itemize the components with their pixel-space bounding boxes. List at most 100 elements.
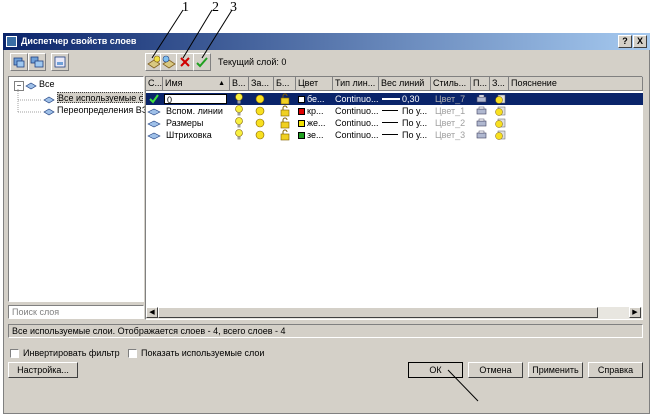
bulb-on-icon[interactable] [234, 117, 246, 129]
apply-button[interactable]: Применить [528, 362, 583, 378]
bulb-on-icon[interactable] [234, 105, 246, 117]
layer-name: 0 [167, 95, 173, 104]
lineweight-sample [382, 134, 398, 135]
sun-icon[interactable] [255, 129, 267, 141]
layer-name[interactable]: Вспом. линии [166, 105, 229, 117]
show-used-layers-checkbox[interactable] [128, 349, 137, 358]
bulb-on-icon[interactable] [234, 93, 246, 105]
layer-lineweight[interactable]: По у... [382, 105, 430, 117]
lineweight-value: По у... [402, 118, 428, 128]
sun-icon[interactable] [255, 117, 267, 129]
new-layer-frozen-icon [162, 55, 176, 69]
invert-filter-checkbox[interactable] [10, 349, 19, 358]
settings-button[interactable]: Настройка... [8, 362, 78, 378]
layer-list: С... Имя ▲ В... За... Б... Цвет Тип лин.… [145, 76, 643, 320]
layer-color[interactable]: бе... [298, 93, 333, 105]
set-current-button[interactable] [193, 53, 211, 71]
current-layer-check-icon [148, 93, 162, 105]
layer-row[interactable]: Вспом. линии кр... Continuo... По у... Ц… [146, 105, 643, 117]
sun-icon[interactable] [255, 93, 267, 105]
layer-lineweight[interactable]: По у... [382, 129, 430, 141]
plotter-icon[interactable] [476, 129, 488, 141]
sort-arrow-icon: ▲ [218, 80, 225, 87]
layer-row[interactable]: 0 бе... Continuo... 0,30 Цвет_7 [146, 93, 643, 105]
color-swatch [298, 120, 305, 127]
delete-layer-button[interactable] [176, 53, 194, 71]
filter-tree: − Все Все используемые сл Переопределени… [8, 76, 148, 302]
vp-freeze-icon[interactable] [494, 117, 506, 129]
layer-lineweight[interactable]: По у... [382, 117, 430, 129]
help-title-button[interactable]: ? [618, 35, 632, 48]
col-color[interactable]: Цвет [296, 77, 333, 91]
layer-states-button[interactable] [51, 53, 69, 71]
scroll-thumb[interactable] [158, 307, 598, 318]
vp-freeze-icon[interactable] [494, 93, 506, 105]
show-used-layers-label[interactable]: Показать используемые слои [141, 348, 264, 358]
layer-status-icon [147, 129, 162, 141]
tree-node-vp-overrides[interactable]: Переопределения ВЭ [57, 105, 148, 115]
color-swatch [298, 108, 305, 115]
scroll-right-arrow[interactable]: ▶ [629, 307, 641, 318]
layer-plotstyle: Цвет_3 [435, 130, 466, 140]
current-layer-label: Текущий слой: 0 [218, 57, 287, 67]
col-plot[interactable]: П... [471, 77, 490, 91]
col-plotstyle[interactable]: Стиль... [431, 77, 471, 91]
layer-search-field[interactable]: Поиск слоя [8, 305, 144, 319]
scroll-left-arrow[interactable]: ◀ [146, 307, 158, 318]
color-name: бе... [307, 94, 325, 104]
col-status[interactable]: С... [146, 77, 163, 91]
unlock-icon[interactable] [280, 105, 292, 117]
layer-color[interactable]: зе... [298, 129, 333, 141]
layer-color[interactable]: кр... [298, 105, 333, 117]
layer-linetype[interactable]: Continuo... [335, 105, 379, 117]
window-title: Диспетчер свойств слоев [21, 36, 137, 46]
layer-linetype[interactable]: Continuo... [335, 93, 379, 105]
plotter-icon[interactable] [476, 105, 488, 117]
layer-row[interactable]: Штриховка зе... Continuo... По у... Цвет… [146, 129, 643, 141]
vp-freeze-icon[interactable] [494, 129, 506, 141]
lineweight-sample [382, 122, 398, 123]
bulb-on-icon[interactable] [234, 129, 246, 141]
col-vp-freeze[interactable]: З... [490, 77, 509, 91]
col-name[interactable]: Имя ▲ [163, 77, 230, 91]
layer-lineweight[interactable]: 0,30 [382, 93, 430, 105]
horizontal-scrollbar[interactable]: ◀ ▶ [146, 307, 642, 319]
lineweight-value: По у... [402, 130, 428, 140]
layer-name-field[interactable]: 0 [164, 94, 227, 104]
group-filter-icon [30, 56, 44, 68]
unlock-icon[interactable] [280, 129, 292, 141]
plotter-icon[interactable] [476, 117, 488, 129]
layer-color[interactable]: же... [298, 117, 333, 129]
tree-node-all[interactable]: Все [39, 79, 55, 89]
title-bar: Диспетчер свойств слоев ? X [3, 33, 650, 50]
col-description[interactable]: Пояснение [509, 77, 643, 91]
col-freeze[interactable]: За... [249, 77, 274, 91]
tree-node-used-layers[interactable]: Все используемые сл [57, 92, 143, 103]
layer-name[interactable]: Штриховка [166, 129, 229, 141]
layer-row[interactable]: Размеры же... Continuo... По у... Цвет_2 [146, 117, 643, 129]
invert-filter-label[interactable]: Инвертировать фильтр [23, 348, 120, 358]
unlock-icon[interactable] [280, 117, 292, 129]
col-lineweight[interactable]: Вес линий [379, 77, 431, 91]
new-property-filter-button[interactable] [10, 53, 28, 71]
layer-name[interactable]: Размеры [166, 117, 229, 129]
layer-linetype[interactable]: Continuo... [335, 129, 379, 141]
col-name-label: Имя [165, 78, 183, 88]
col-linetype[interactable]: Тип лин... [333, 77, 379, 91]
plotter-icon[interactable] [476, 93, 488, 105]
app-icon [6, 36, 17, 47]
layer-linetype[interactable]: Continuo... [335, 117, 379, 129]
col-lock[interactable]: Б... [274, 77, 296, 91]
status-bar: Все используемые слои. Отображается слое… [8, 324, 643, 338]
cancel-button[interactable]: Отмена [468, 362, 523, 378]
help-button[interactable]: Справка [588, 362, 643, 378]
ok-button[interactable]: ОК [408, 362, 463, 378]
sun-icon[interactable] [255, 105, 267, 117]
new-group-filter-button[interactable] [28, 53, 46, 71]
unlock-icon[interactable] [280, 93, 292, 105]
color-swatch [298, 96, 305, 103]
col-on[interactable]: В... [230, 77, 249, 91]
vp-freeze-icon[interactable] [494, 105, 506, 117]
layer-plotstyle: Цвет_2 [435, 118, 466, 128]
close-button[interactable]: X [633, 35, 647, 48]
